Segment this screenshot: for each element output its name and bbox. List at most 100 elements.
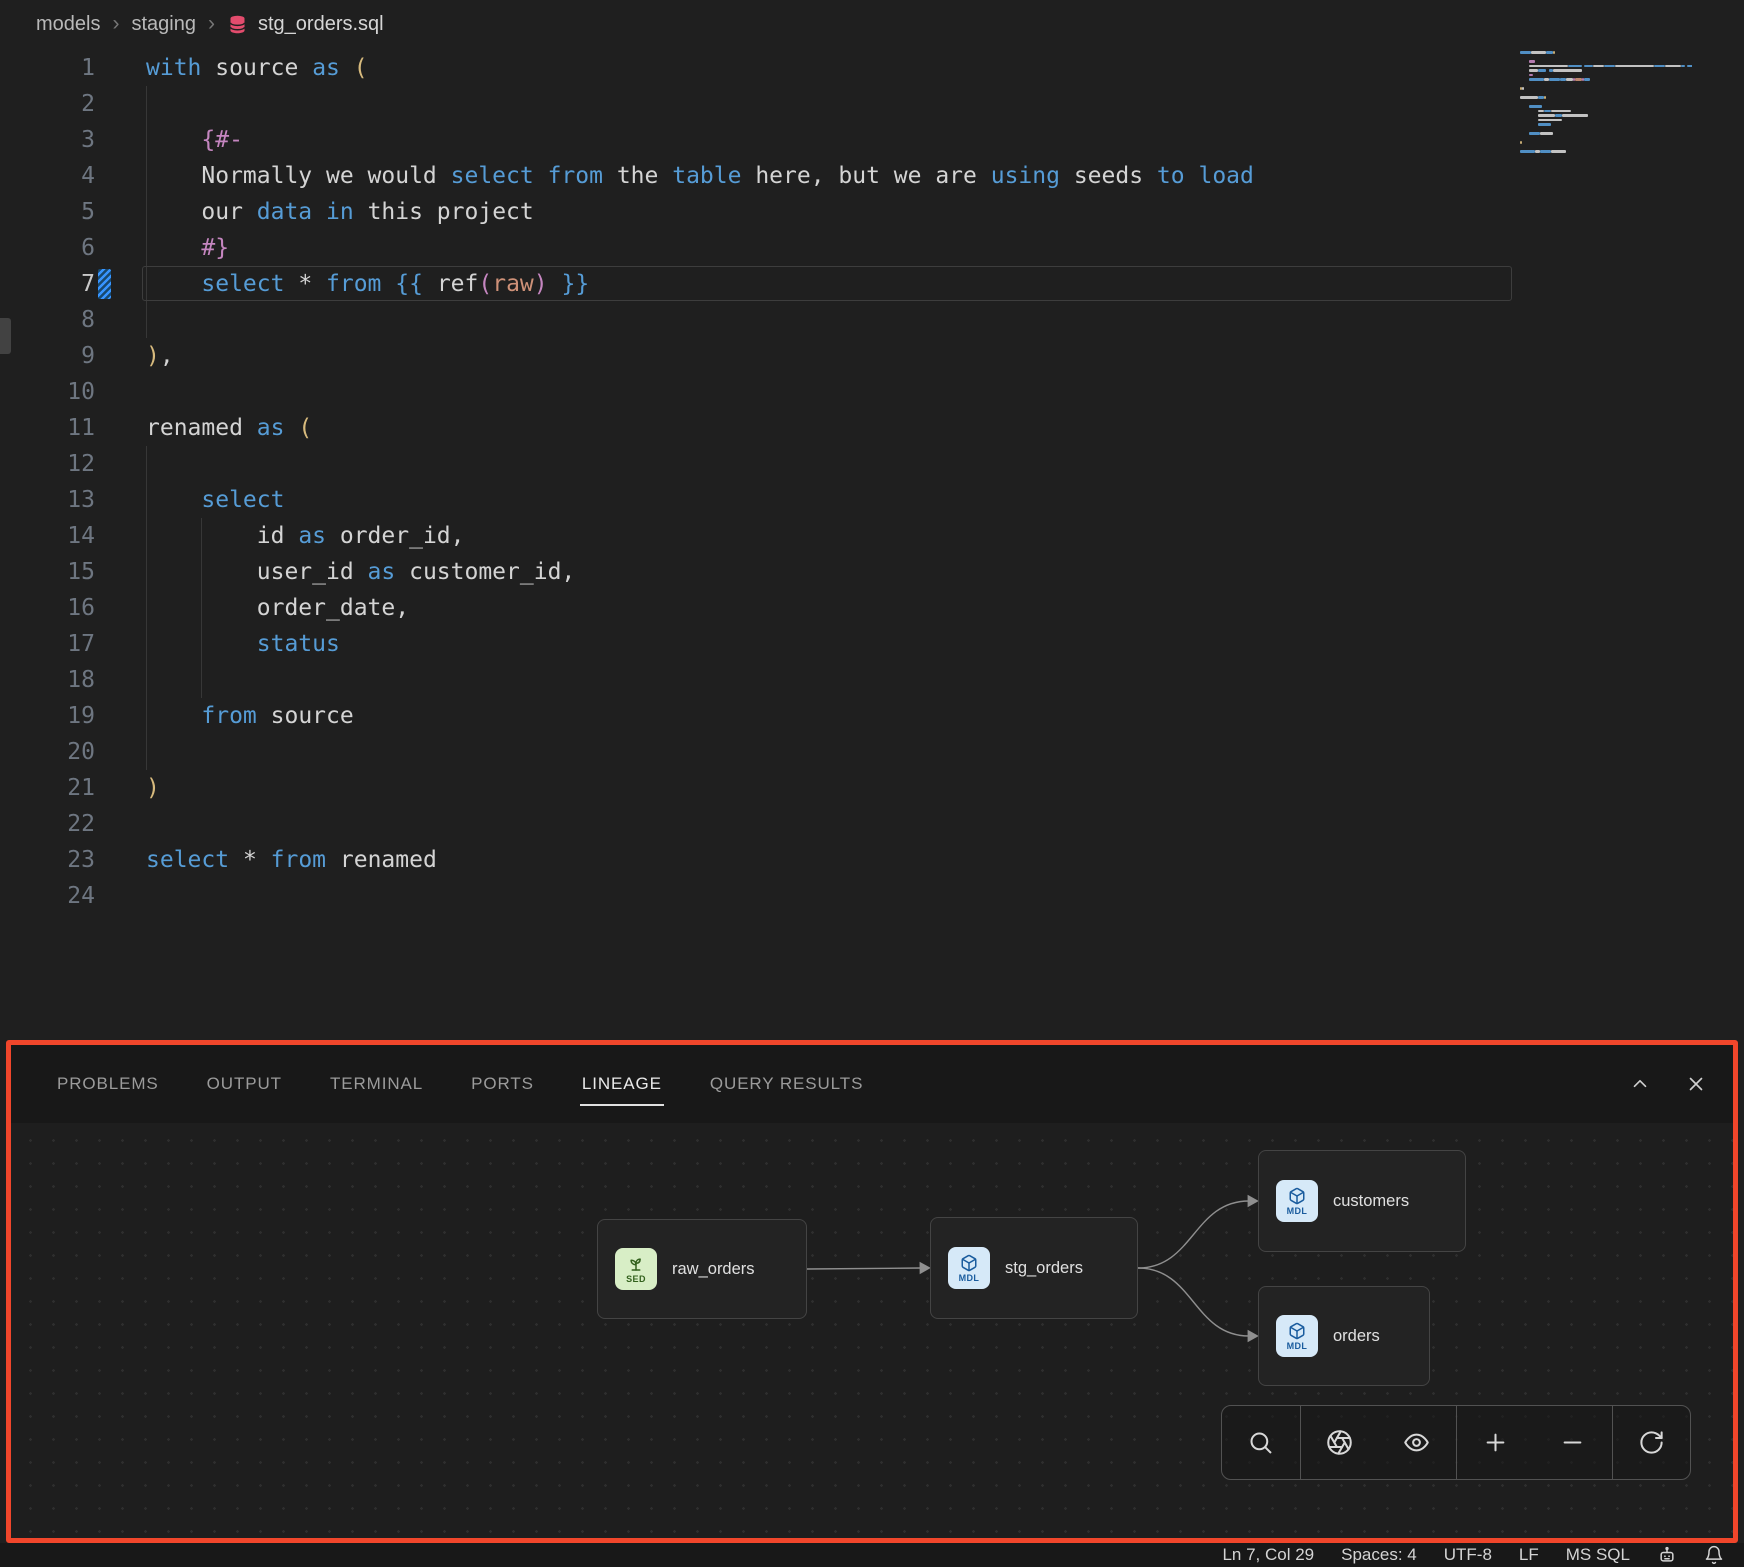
breadcrumb: models › staging › stg_orders.sql (0, 0, 1744, 48)
line-number[interactable]: 22 (0, 806, 146, 842)
code-line-24[interactable]: 24 (0, 878, 1744, 914)
code-line-22[interactable]: 22 (0, 806, 1744, 842)
code-line-1[interactable]: 1with source as ( (0, 50, 1744, 86)
line-number[interactable]: 23 (0, 842, 146, 878)
tab-ports[interactable]: PORTS (471, 1045, 534, 1123)
breadcrumb-file[interactable]: stg_orders.sql (258, 13, 384, 36)
code-line-6[interactable]: 6#} (0, 230, 1744, 266)
code-line-19[interactable]: 19from source (0, 698, 1744, 734)
copilot-icon[interactable] (1657, 1545, 1677, 1565)
code-line-3[interactable]: 3{#- (0, 122, 1744, 158)
refresh-button[interactable] (1612, 1406, 1691, 1479)
code-line-16[interactable]: 16order_date, (0, 590, 1744, 626)
notifications-bell-icon[interactable] (1704, 1545, 1724, 1565)
code-line-11[interactable]: 11renamed as ( (0, 410, 1744, 446)
code-editor[interactable]: 1with source as (23{#-4Normally we would… (0, 48, 1744, 1040)
code-line-12[interactable]: 12 (0, 446, 1744, 482)
code-line-20[interactable]: 20 (0, 734, 1744, 770)
tab-query-results[interactable]: QUERY RESULTS (710, 1045, 863, 1123)
line-number[interactable]: 24 (0, 878, 146, 914)
badge-label: MDL (1287, 1206, 1308, 1216)
code-line-14[interactable]: 14id as order_id, (0, 518, 1744, 554)
status-cursor-position[interactable]: Ln 7, Col 29 (1222, 1545, 1314, 1565)
sidebar-drag-handle[interactable] (0, 318, 11, 354)
line-number[interactable]: 11 (0, 410, 146, 446)
tab-problems[interactable]: PROBLEMS (57, 1045, 159, 1123)
line-number[interactable]: 17 (0, 626, 146, 662)
zoom-out-button[interactable] (1534, 1406, 1612, 1479)
indent-guide (146, 122, 147, 158)
line-number[interactable]: 18 (0, 662, 146, 698)
chevron-right-icon: › (112, 12, 119, 36)
line-number[interactable]: 6 (0, 230, 146, 266)
code-text: our data in this project (146, 194, 1744, 230)
indent-guide (146, 194, 147, 230)
node-label: stg_orders (1005, 1259, 1083, 1278)
code-line-5[interactable]: 5our data in this project (0, 194, 1744, 230)
aperture-button[interactable] (1300, 1406, 1379, 1479)
code-line-10[interactable]: 10 (0, 374, 1744, 410)
lineage-node-raw_orders[interactable]: SEDraw_orders (597, 1219, 807, 1319)
collapse-panel-icon[interactable] (1629, 1073, 1651, 1095)
line-number[interactable]: 7 (0, 266, 146, 302)
line-number[interactable]: 13 (0, 482, 146, 518)
status-eol[interactable]: LF (1519, 1545, 1539, 1565)
chevron-right-icon: › (208, 12, 215, 36)
code-line-9[interactable]: 9), (0, 338, 1744, 374)
line-number[interactable]: 20 (0, 734, 146, 770)
code-text: user_id as customer_id, (146, 554, 1744, 590)
code-line-7[interactable]: 7select * from {{ ref(raw) }} (0, 266, 1744, 302)
code-line-4[interactable]: 4Normally we would select from the table… (0, 158, 1744, 194)
tab-output[interactable]: OUTPUT (207, 1045, 282, 1123)
code-line-23[interactable]: 23select * from renamed (0, 842, 1744, 878)
code-line-13[interactable]: 13select (0, 482, 1744, 518)
status-encoding[interactable]: UTF-8 (1444, 1545, 1492, 1565)
zoom-in-button[interactable] (1456, 1406, 1535, 1479)
breadcrumb-item-staging[interactable]: staging (131, 13, 196, 36)
line-number[interactable]: 15 (0, 554, 146, 590)
breadcrumb-item-models[interactable]: models (36, 13, 100, 36)
line-number[interactable]: 10 (0, 374, 146, 410)
toggle-visibility-button[interactable] (1378, 1406, 1456, 1479)
line-number[interactable]: 19 (0, 698, 146, 734)
status-indentation[interactable]: Spaces: 4 (1341, 1545, 1417, 1565)
lineage-node-stg_orders[interactable]: MDLstg_orders (930, 1217, 1138, 1319)
code-text (146, 806, 1744, 842)
minimap-line (1520, 154, 1692, 159)
code-line-8[interactable]: 8 (0, 302, 1744, 338)
node-label: customers (1333, 1192, 1409, 1211)
line-number[interactable]: 12 (0, 446, 146, 482)
tab-lineage[interactable]: LINEAGE (582, 1045, 662, 1123)
line-number[interactable]: 1 (0, 50, 146, 86)
line-number[interactable]: 2 (0, 86, 146, 122)
line-number[interactable]: 16 (0, 590, 146, 626)
line-number[interactable]: 3 (0, 122, 146, 158)
line-number[interactable]: 9 (0, 338, 146, 374)
lineage-node-orders[interactable]: MDLorders (1258, 1286, 1430, 1386)
code-line-17[interactable]: 17status (0, 626, 1744, 662)
indent-guide (146, 518, 147, 554)
minimap[interactable] (1520, 48, 1692, 158)
line-number[interactable]: 4 (0, 158, 146, 194)
lineage-edge-raw_orders-to-stg_orders (807, 1268, 921, 1269)
indent-guide (201, 518, 202, 554)
close-panel-icon[interactable] (1685, 1073, 1707, 1095)
node-label: raw_orders (672, 1260, 755, 1279)
vscode-window: models › staging › stg_orders.sql 1with … (0, 0, 1744, 1567)
code-line-15[interactable]: 15user_id as customer_id, (0, 554, 1744, 590)
line-number[interactable]: 14 (0, 518, 146, 554)
line-number[interactable]: 8 (0, 302, 146, 338)
code-line-2[interactable]: 2 (0, 86, 1744, 122)
code-line-21[interactable]: 21) (0, 770, 1744, 806)
lineage-canvas[interactable]: SEDraw_ordersMDLstg_ordersMDLcustomersMD… (11, 1123, 1733, 1538)
status-language-mode[interactable]: MS SQL (1566, 1545, 1630, 1565)
code-text: with source as ( (146, 50, 1744, 86)
code-text: {#- (146, 122, 1744, 158)
code-text (146, 878, 1744, 914)
line-number[interactable]: 5 (0, 194, 146, 230)
tab-terminal[interactable]: TERMINAL (330, 1045, 423, 1123)
line-number[interactable]: 21 (0, 770, 146, 806)
lineage-node-customers[interactable]: MDL customers (1258, 1150, 1466, 1252)
search-button[interactable] (1222, 1406, 1300, 1479)
code-line-18[interactable]: 18 (0, 662, 1744, 698)
